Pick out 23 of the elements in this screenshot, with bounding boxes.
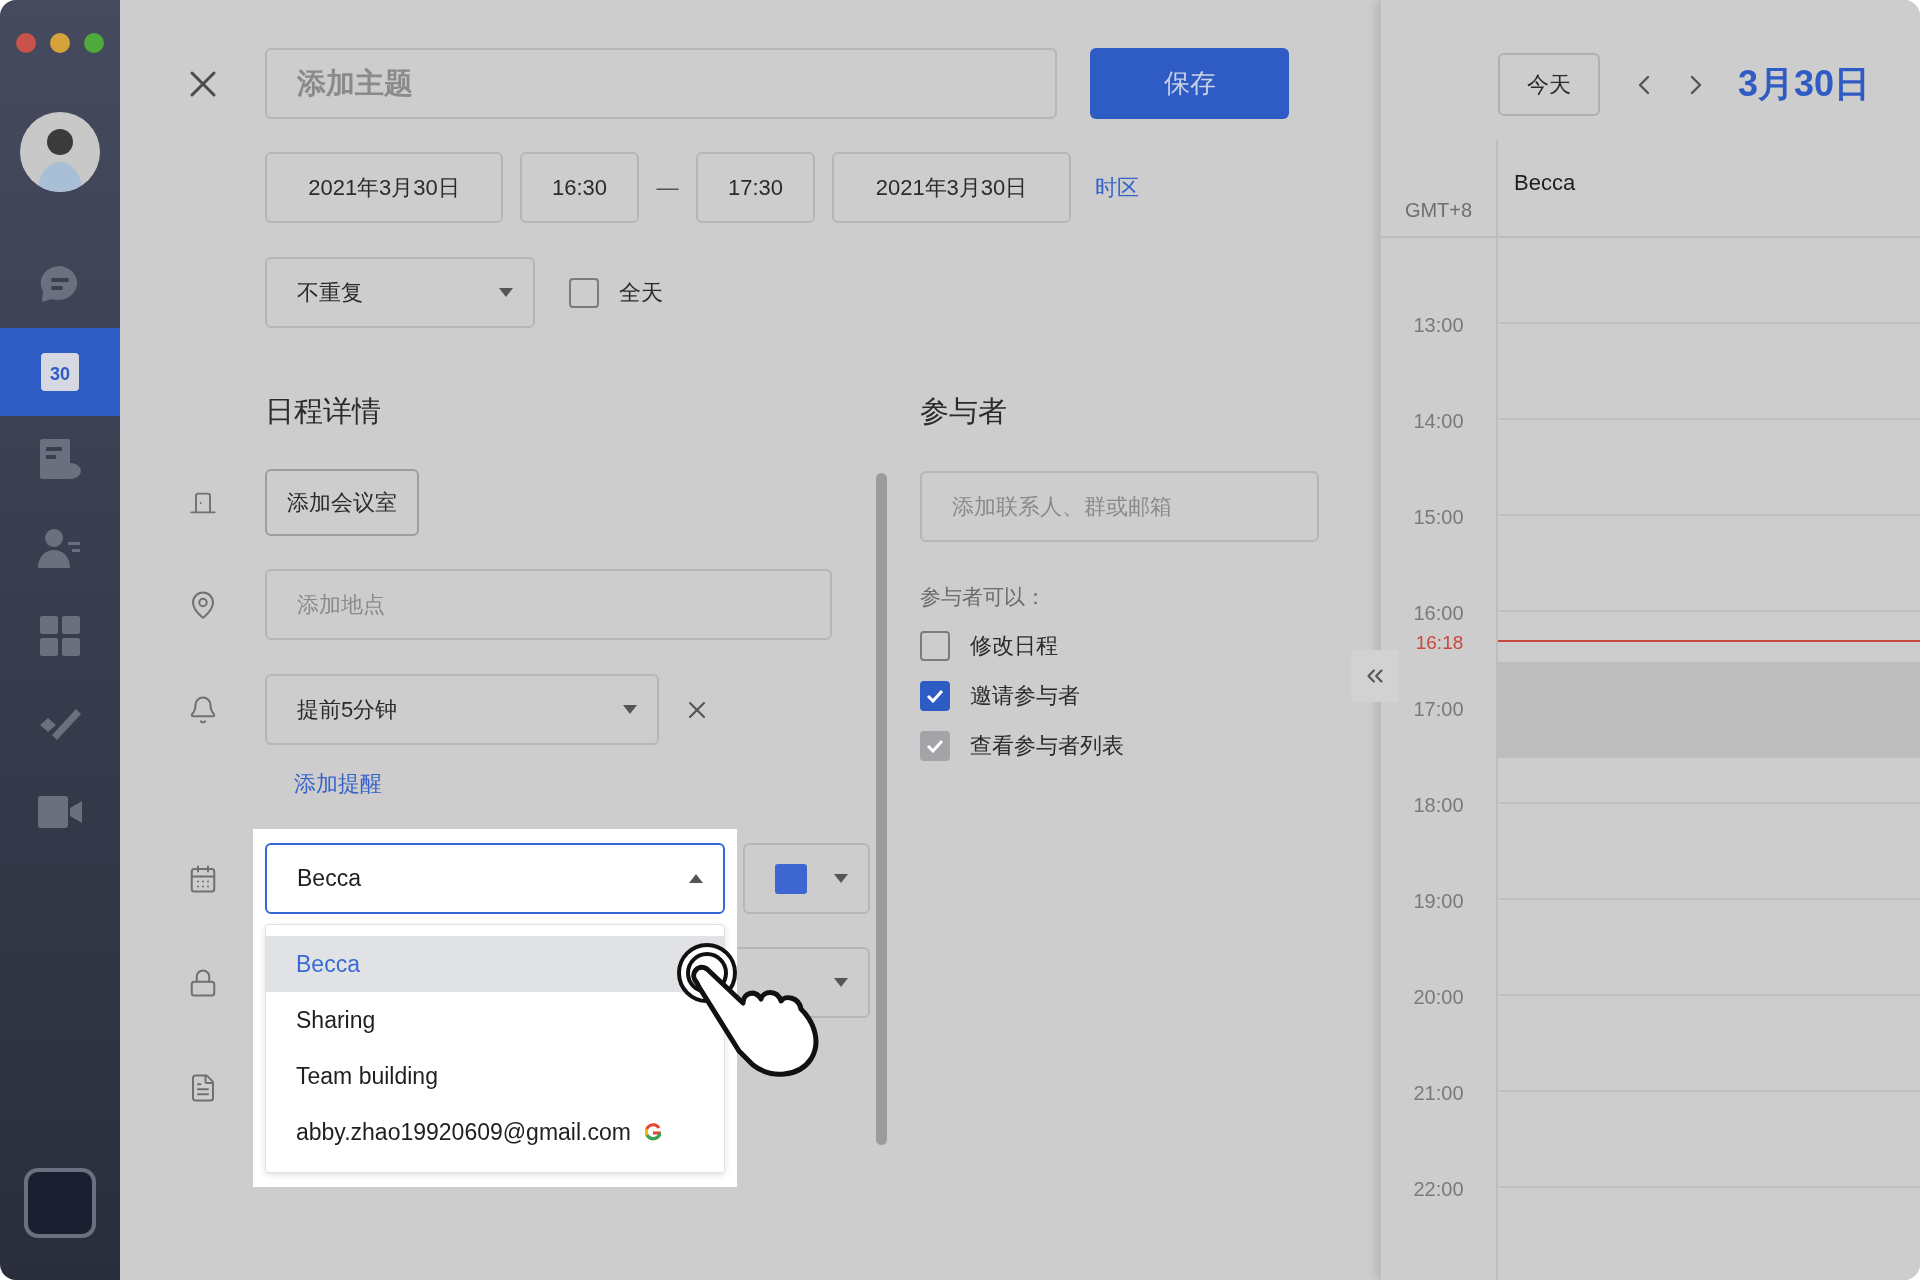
hour-label: 13:00 [1413, 313, 1464, 337]
hour-label: 17:00 [1413, 697, 1464, 721]
date-title: 3月30日 [1738, 62, 1871, 106]
checkbox-label: 查看参与者列表 [970, 732, 1124, 760]
hour-label: 15:00 [1413, 505, 1464, 529]
section-heading: 参与者 [920, 394, 1008, 429]
checkbox-label: 邀请参与者 [970, 682, 1080, 710]
calendar-icon: 30 [41, 353, 79, 391]
permissions-label: 参与者可以： [920, 584, 1047, 610]
hour-label: 19:00 [1413, 889, 1464, 913]
hour-label: 21:00 [1413, 1081, 1464, 1105]
hour-label: 16:00 [1413, 601, 1464, 625]
hour-label: 18:00 [1413, 793, 1464, 817]
hour-label: 14:00 [1413, 409, 1464, 433]
checkbox-label: 全天 [619, 278, 663, 307]
current-time-label: 16:18 [1414, 632, 1465, 654]
range-dash: — [655, 174, 680, 201]
checkbox-label: 修改日程 [970, 632, 1058, 660]
hour-label: 22:00 [1413, 1177, 1464, 1201]
hour-label: 20:00 [1413, 985, 1464, 1009]
timezone-label: GMT+8 [1381, 140, 1496, 238]
column-header: Becca [1498, 140, 1920, 238]
section-heading: 日程详情 [265, 394, 381, 429]
